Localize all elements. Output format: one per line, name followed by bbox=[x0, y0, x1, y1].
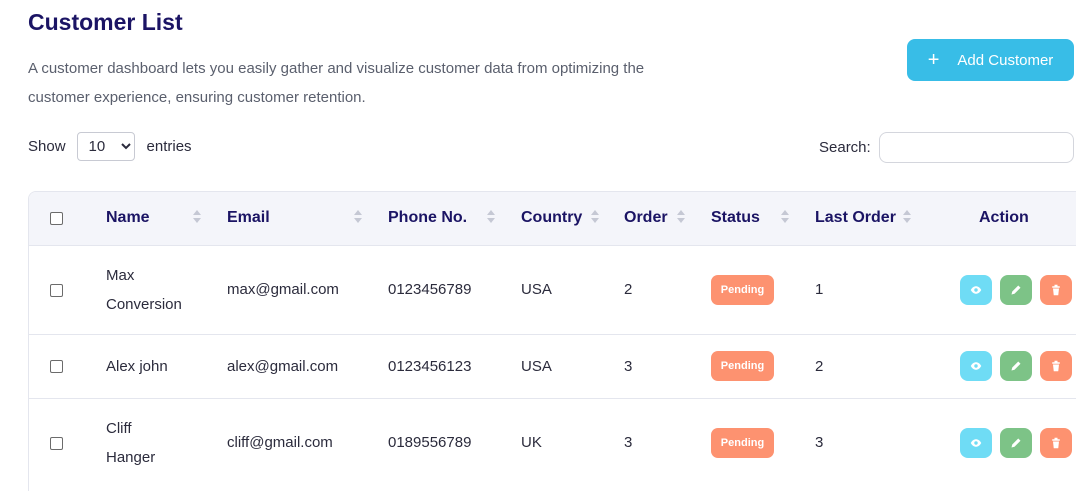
sort-icon bbox=[487, 210, 495, 226]
customer-country: USA bbox=[521, 333, 624, 398]
customer-phone: 0189556789 bbox=[388, 397, 521, 487]
customer-table-container: Name Email Phone No. Country Order Statu… bbox=[28, 191, 1076, 491]
customer-table: Name Email Phone No. Country Order Statu… bbox=[29, 192, 1076, 487]
pencil-icon bbox=[1011, 438, 1021, 448]
customer-phone: 0123456123 bbox=[388, 333, 521, 398]
sort-icon bbox=[903, 210, 911, 226]
edit-button[interactable] bbox=[1000, 274, 1032, 305]
customer-email: cliff@gmail.com bbox=[227, 397, 388, 487]
row-checkbox[interactable] bbox=[50, 283, 63, 297]
customer-country: UK bbox=[521, 397, 624, 487]
column-header-status[interactable]: Status bbox=[711, 192, 815, 245]
customer-order: 3 bbox=[624, 333, 711, 398]
customer-name: Cliff Hanger bbox=[106, 397, 227, 487]
table-header-row: Name Email Phone No. Country Order Statu… bbox=[29, 192, 1076, 245]
search-control: Search: bbox=[819, 132, 1074, 163]
view-button[interactable] bbox=[960, 351, 992, 381]
customer-country: USA bbox=[521, 244, 624, 334]
page-description: A customer dashboard lets you easily gat… bbox=[28, 60, 645, 106]
row-checkbox[interactable] bbox=[50, 436, 63, 450]
customer-email: max@gmail.com bbox=[227, 244, 388, 334]
column-header-last-order[interactable]: Last Order bbox=[815, 192, 938, 245]
trash-icon bbox=[1052, 360, 1060, 372]
column-header-name[interactable]: Name bbox=[106, 192, 227, 245]
customer-email: alex@gmail.com bbox=[227, 333, 388, 398]
sort-icon bbox=[193, 210, 201, 226]
customer-name: Alex john bbox=[106, 333, 227, 398]
customer-last-order: 2 bbox=[815, 333, 938, 398]
plus-icon: + bbox=[927, 49, 940, 71]
edit-button[interactable] bbox=[1000, 427, 1032, 458]
customer-last-order: 1 bbox=[815, 244, 938, 334]
entries-select[interactable]: 10 bbox=[76, 132, 135, 161]
column-header-action: Action bbox=[979, 209, 1029, 227]
column-header-phone[interactable]: Phone No. bbox=[388, 192, 521, 245]
pencil-icon bbox=[1011, 361, 1021, 371]
pencil-icon bbox=[1011, 285, 1021, 294]
show-label: Show bbox=[28, 138, 66, 155]
add-customer-button[interactable]: + Add Customer bbox=[907, 39, 1074, 81]
customer-order: 2 bbox=[624, 244, 711, 334]
column-header-email[interactable]: Email bbox=[227, 192, 388, 245]
status-badge: Pending bbox=[711, 274, 774, 305]
search-input[interactable] bbox=[878, 132, 1074, 163]
sort-icon bbox=[591, 210, 599, 226]
trash-icon bbox=[1052, 284, 1060, 295]
status-badge: Pending bbox=[711, 427, 774, 458]
column-header-order[interactable]: Order bbox=[624, 192, 711, 245]
table-row: Alex john alex@gmail.com 0123456123 USA … bbox=[29, 333, 1076, 398]
search-label: Search: bbox=[819, 139, 871, 156]
page-title: Customer List bbox=[28, 9, 183, 35]
entries-control: Show 10 entries bbox=[28, 132, 192, 161]
customer-last-order: 3 bbox=[815, 397, 938, 487]
sort-icon bbox=[677, 210, 685, 226]
customer-name: Max Conversion bbox=[106, 244, 227, 334]
edit-button[interactable] bbox=[1000, 351, 1032, 381]
sort-icon bbox=[354, 210, 362, 226]
table-row: Cliff Hanger cliff@gmail.com 0189556789 U… bbox=[29, 397, 1076, 487]
eye-icon bbox=[970, 362, 982, 370]
trash-icon bbox=[1052, 437, 1060, 448]
add-customer-label: Add Customer bbox=[957, 51, 1054, 69]
customer-phone: 0123456789 bbox=[388, 244, 521, 334]
row-checkbox[interactable] bbox=[50, 360, 63, 374]
table-row: Max Conversion max@gmail.com 0123456789 U… bbox=[29, 244, 1076, 334]
select-all-checkbox[interactable] bbox=[50, 211, 63, 225]
eye-icon bbox=[970, 439, 982, 447]
delete-button[interactable] bbox=[1040, 427, 1072, 458]
status-badge: Pending bbox=[711, 351, 774, 381]
view-button[interactable] bbox=[960, 427, 992, 458]
delete-button[interactable] bbox=[1040, 351, 1072, 381]
column-header-country[interactable]: Country bbox=[521, 192, 624, 245]
customer-order: 3 bbox=[624, 397, 711, 487]
delete-button[interactable] bbox=[1040, 274, 1072, 305]
entries-label: entries bbox=[146, 138, 192, 155]
eye-icon bbox=[970, 285, 982, 294]
sort-icon bbox=[781, 210, 789, 226]
view-button[interactable] bbox=[960, 274, 992, 305]
